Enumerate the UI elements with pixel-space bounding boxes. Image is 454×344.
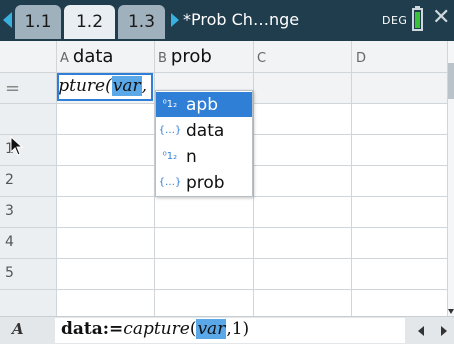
entry-selected-var: var bbox=[196, 319, 227, 339]
entry-rest: ,1) bbox=[226, 319, 250, 339]
entry-var-part: data:= bbox=[61, 319, 124, 339]
tab-label: 1.2 bbox=[75, 12, 104, 32]
column-header-b[interactable]: Bprob bbox=[158, 46, 212, 67]
autocomplete-label: apb bbox=[186, 94, 218, 115]
column-header-d[interactable]: D bbox=[356, 46, 370, 67]
entry-text: data:=capture(var,1) bbox=[61, 319, 249, 339]
battery-icon bbox=[412, 8, 423, 31]
column-letter: A bbox=[60, 51, 69, 66]
list-var-icon: {…} bbox=[158, 125, 182, 136]
formula-cell-editor[interactable]: pture(var, bbox=[57, 73, 153, 101]
column-letter: B bbox=[158, 51, 167, 66]
column-header-a[interactable]: Adata bbox=[60, 46, 113, 67]
list-var-icon: {…} bbox=[158, 177, 182, 188]
row-number[interactable]: 2 bbox=[0, 172, 56, 188]
close-icon[interactable]: ✕ bbox=[432, 7, 450, 29]
scrollbar-thumb[interactable] bbox=[448, 63, 454, 99]
formula-row-label: = bbox=[5, 78, 21, 99]
autocomplete-dropdown: ⁰1₂ apb {…} data ⁰1₂ n {…} prob bbox=[155, 90, 253, 197]
mouse-pointer-icon bbox=[10, 136, 24, 156]
tab-label: 1.1 bbox=[24, 12, 52, 32]
entry-scroll-right-icon[interactable] bbox=[441, 326, 447, 336]
tab-label: 1.3 bbox=[127, 12, 156, 32]
entry-input[interactable]: data:=capture(var,1) bbox=[55, 318, 405, 343]
tab-1-3[interactable]: 1.3 bbox=[118, 5, 165, 39]
column-name: prob bbox=[170, 46, 212, 67]
column-letter: D bbox=[356, 51, 367, 66]
formula-text: pture(var, bbox=[58, 76, 147, 96]
angle-mode-indicator: DEG bbox=[382, 14, 408, 27]
previous-page-arrow-icon[interactable] bbox=[3, 12, 12, 28]
row-number[interactable]: 5 bbox=[0, 265, 56, 281]
entry-cell-reference: A bbox=[12, 320, 24, 338]
column-header-c[interactable]: C bbox=[257, 46, 270, 67]
formula-selected-var: var bbox=[111, 76, 142, 96]
row-number[interactable]: 1 bbox=[0, 141, 56, 157]
next-page-arrow-icon[interactable] bbox=[171, 13, 179, 27]
numeric-var-icon: ⁰1₂ bbox=[162, 99, 178, 110]
entry-func-part: capture bbox=[123, 319, 190, 339]
formula-prefix: pture( bbox=[58, 76, 112, 96]
autocomplete-item[interactable]: ⁰1₂ apb bbox=[156, 92, 252, 117]
autocomplete-item[interactable]: ⁰1₂ n bbox=[156, 144, 252, 169]
tab-bar: 1.1 1.2 1.3 *Prob Ch…nge DEG ✕ bbox=[0, 0, 454, 41]
column-letter: C bbox=[257, 51, 267, 66]
numeric-var-icon: ⁰1₂ bbox=[162, 151, 178, 162]
tab-1-1[interactable]: 1.1 bbox=[15, 5, 61, 39]
scroll-down-arrow-icon[interactable] bbox=[448, 309, 454, 314]
autocomplete-item[interactable]: {…} prob bbox=[156, 170, 252, 195]
autocomplete-label: n bbox=[186, 146, 197, 167]
column-name: data bbox=[72, 46, 114, 67]
entry-scroll-left-icon[interactable] bbox=[418, 326, 424, 336]
row-number[interactable]: 4 bbox=[0, 234, 56, 250]
autocomplete-label: prob bbox=[186, 172, 225, 193]
formula-suffix: , bbox=[141, 76, 147, 96]
entry-line: A data:=capture(var,1) bbox=[0, 316, 454, 344]
document-title: *Prob Ch…nge bbox=[183, 10, 300, 29]
tab-1-2[interactable]: 1.2 bbox=[64, 5, 115, 39]
autocomplete-label: data bbox=[186, 120, 225, 141]
autocomplete-item[interactable]: {…} data bbox=[156, 118, 252, 143]
row-number[interactable]: 3 bbox=[0, 203, 56, 219]
vertical-scrollbar[interactable] bbox=[448, 41, 454, 316]
